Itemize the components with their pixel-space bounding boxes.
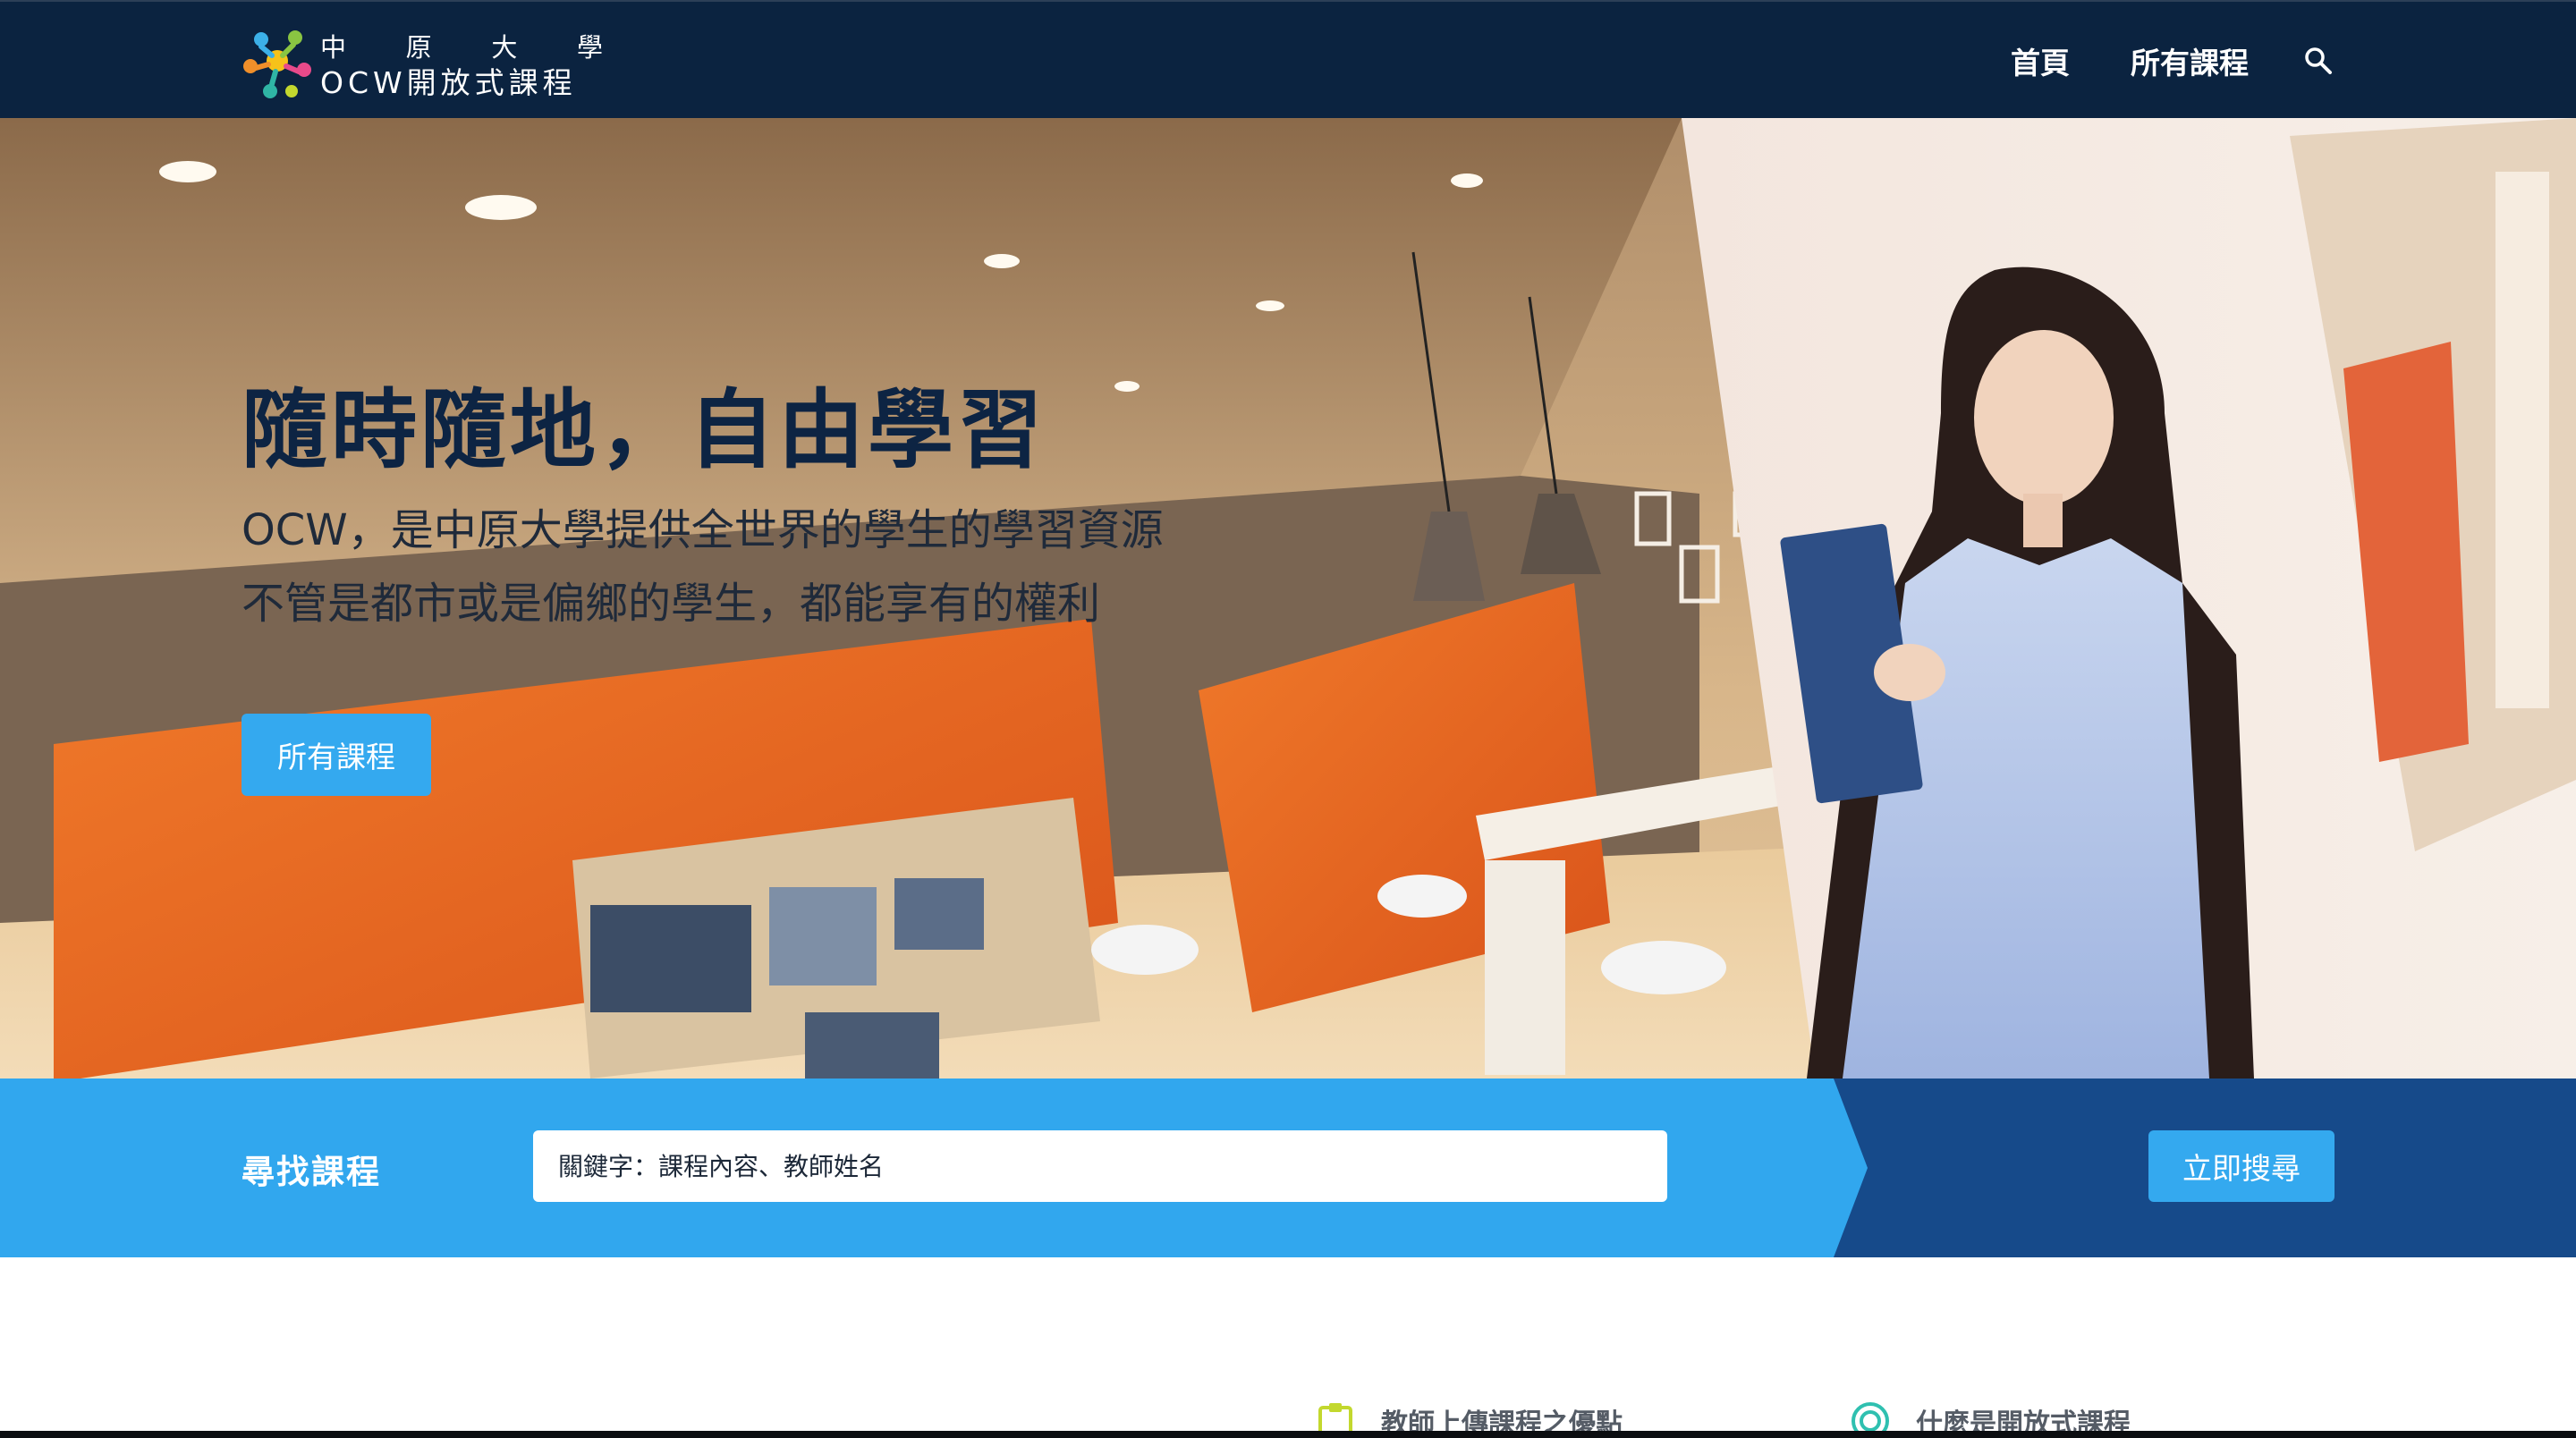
hero-subtitle-line: OCW，是中原大學提供全世界的學生的學習資源 [242, 505, 1164, 555]
top-navbar: 中 原 大 學 OCW開放式課程 首頁 所有課程 [0, 0, 2576, 118]
search-icon[interactable] [2302, 45, 2334, 77]
nav-all-courses-link[interactable]: 所有課程 [2131, 39, 2249, 82]
main-nav: 首頁 所有課程 [1950, 2, 2334, 120]
logo-people-icon [243, 30, 311, 98]
window-bottom-edge [0, 1431, 2576, 1438]
hero-subtitle-line: 不管是都市或是偏鄉的學生，都能享有的權利 [242, 579, 1101, 629]
search-button[interactable]: 立即搜尋 [2148, 1130, 2334, 1202]
info-section: 教師上傳課程之優點 什麼是開放式課程 [0, 1257, 2576, 1438]
site-logo[interactable]: 中 原 大 學 OCW開放式課程 [242, 25, 617, 100]
course-search-bar: 尋找課程 立即搜尋 [0, 1078, 2576, 1257]
hero-banner: 隨時隨地，自由學習 OCW，是中原大學提供全世界的學生的學習資源 不管是都市或是… [0, 118, 2576, 1078]
nav-home-link[interactable]: 首頁 [2011, 39, 2070, 82]
logo-subtitle: OCW開放式課程 [320, 65, 577, 100]
logo-char: 學 [576, 32, 606, 63]
search-input[interactable] [533, 1130, 1667, 1202]
search-label: 尋找課程 [242, 1153, 381, 1191]
hero-subtitle: OCW，是中原大學提供全世界的學生的學習資源 不管是都市或是偏鄉的學生，都能享有… [242, 494, 1315, 640]
hero-title: 隨時隨地，自由學習 [242, 380, 1046, 480]
hero-content: 隨時隨地，自由學習 OCW，是中原大學提供全世界的學生的學習資源 不管是都市或是… [242, 377, 1315, 796]
all-courses-button[interactable]: 所有課程 [242, 714, 431, 796]
